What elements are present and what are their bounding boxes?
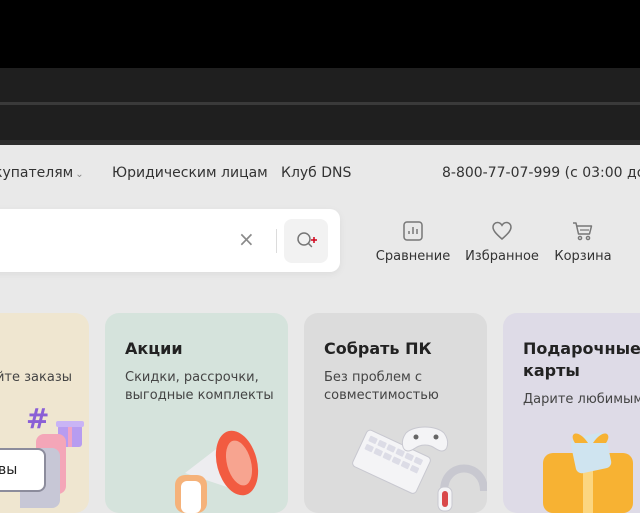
search-divider [276, 229, 277, 253]
gift-cards-card-subtitle: Дарите любимым [523, 392, 640, 407]
build-pc-card-title: Собрать ПК [324, 339, 432, 358]
heart-icon [492, 221, 512, 240]
chart-icon [403, 221, 423, 241]
gaming-peripherals-illustration [352, 426, 487, 512]
cart-label: Корзина [554, 249, 612, 264]
nav-buyers-link[interactable]: купателям ⌄ [0, 165, 84, 181]
cart-button[interactable]: Корзина [543, 219, 623, 264]
dns-page: купателям ⌄ Юридическим лицам Клуб DNS 8-… [0, 145, 640, 513]
top-nav: купателям ⌄ Юридическим лицам Клуб DNS 8-… [0, 165, 640, 185]
phone-number[interactable]: 8-800-77-07-999 (с 03:00 до [442, 165, 640, 181]
cart-icon [573, 222, 593, 241]
gift-box-icon [543, 432, 633, 513]
promo-card-title: Акции [125, 339, 183, 358]
build-pc-card-subtitle: Без проблем с совместимостью [324, 370, 439, 403]
search-icon [297, 232, 317, 248]
nav-club-link[interactable]: Клуб DNS [281, 165, 351, 181]
promo-card[interactable]: Акции Скидки, рассрочки, выгодные компле… [105, 313, 288, 513]
orders-card-subtitle: айте заказы [0, 370, 72, 385]
orders-chip-label: вы [0, 462, 18, 478]
svg-text:#: # [26, 402, 49, 435]
browser-toolbar [0, 105, 640, 140]
chevron-down-icon: ⌄ [75, 169, 84, 180]
favorites-label: Избранное [465, 249, 539, 264]
search-button[interactable] [284, 219, 328, 263]
gift-cards-card-title: Подарочные карты [523, 339, 640, 380]
favorites-button[interactable]: Избранное [462, 219, 542, 264]
orders-chip: вы [0, 448, 46, 492]
orders-card[interactable]: айте заказы # вы [0, 313, 89, 513]
build-pc-card[interactable]: Собрать ПК Без проблем с совместимостью [304, 313, 487, 513]
search-input[interactable]: × [0, 209, 340, 272]
megaphone-icon [175, 430, 259, 513]
gift-cards-card[interactable]: Подарочные карты Дарите любимым [503, 313, 640, 513]
close-icon[interactable]: × [238, 229, 255, 249]
screen-top-bar [0, 0, 640, 68]
nav-buyers-label: купателям [0, 165, 74, 181]
compare-label: Сравнение [375, 249, 451, 264]
browser-tab-bar [0, 68, 640, 102]
nav-legal-link[interactable]: Юридическим лицам [112, 165, 268, 181]
compare-button[interactable]: Сравнение [373, 219, 453, 264]
promo-card-subtitle: Скидки, рассрочки, выгодные комплекты [125, 370, 274, 403]
